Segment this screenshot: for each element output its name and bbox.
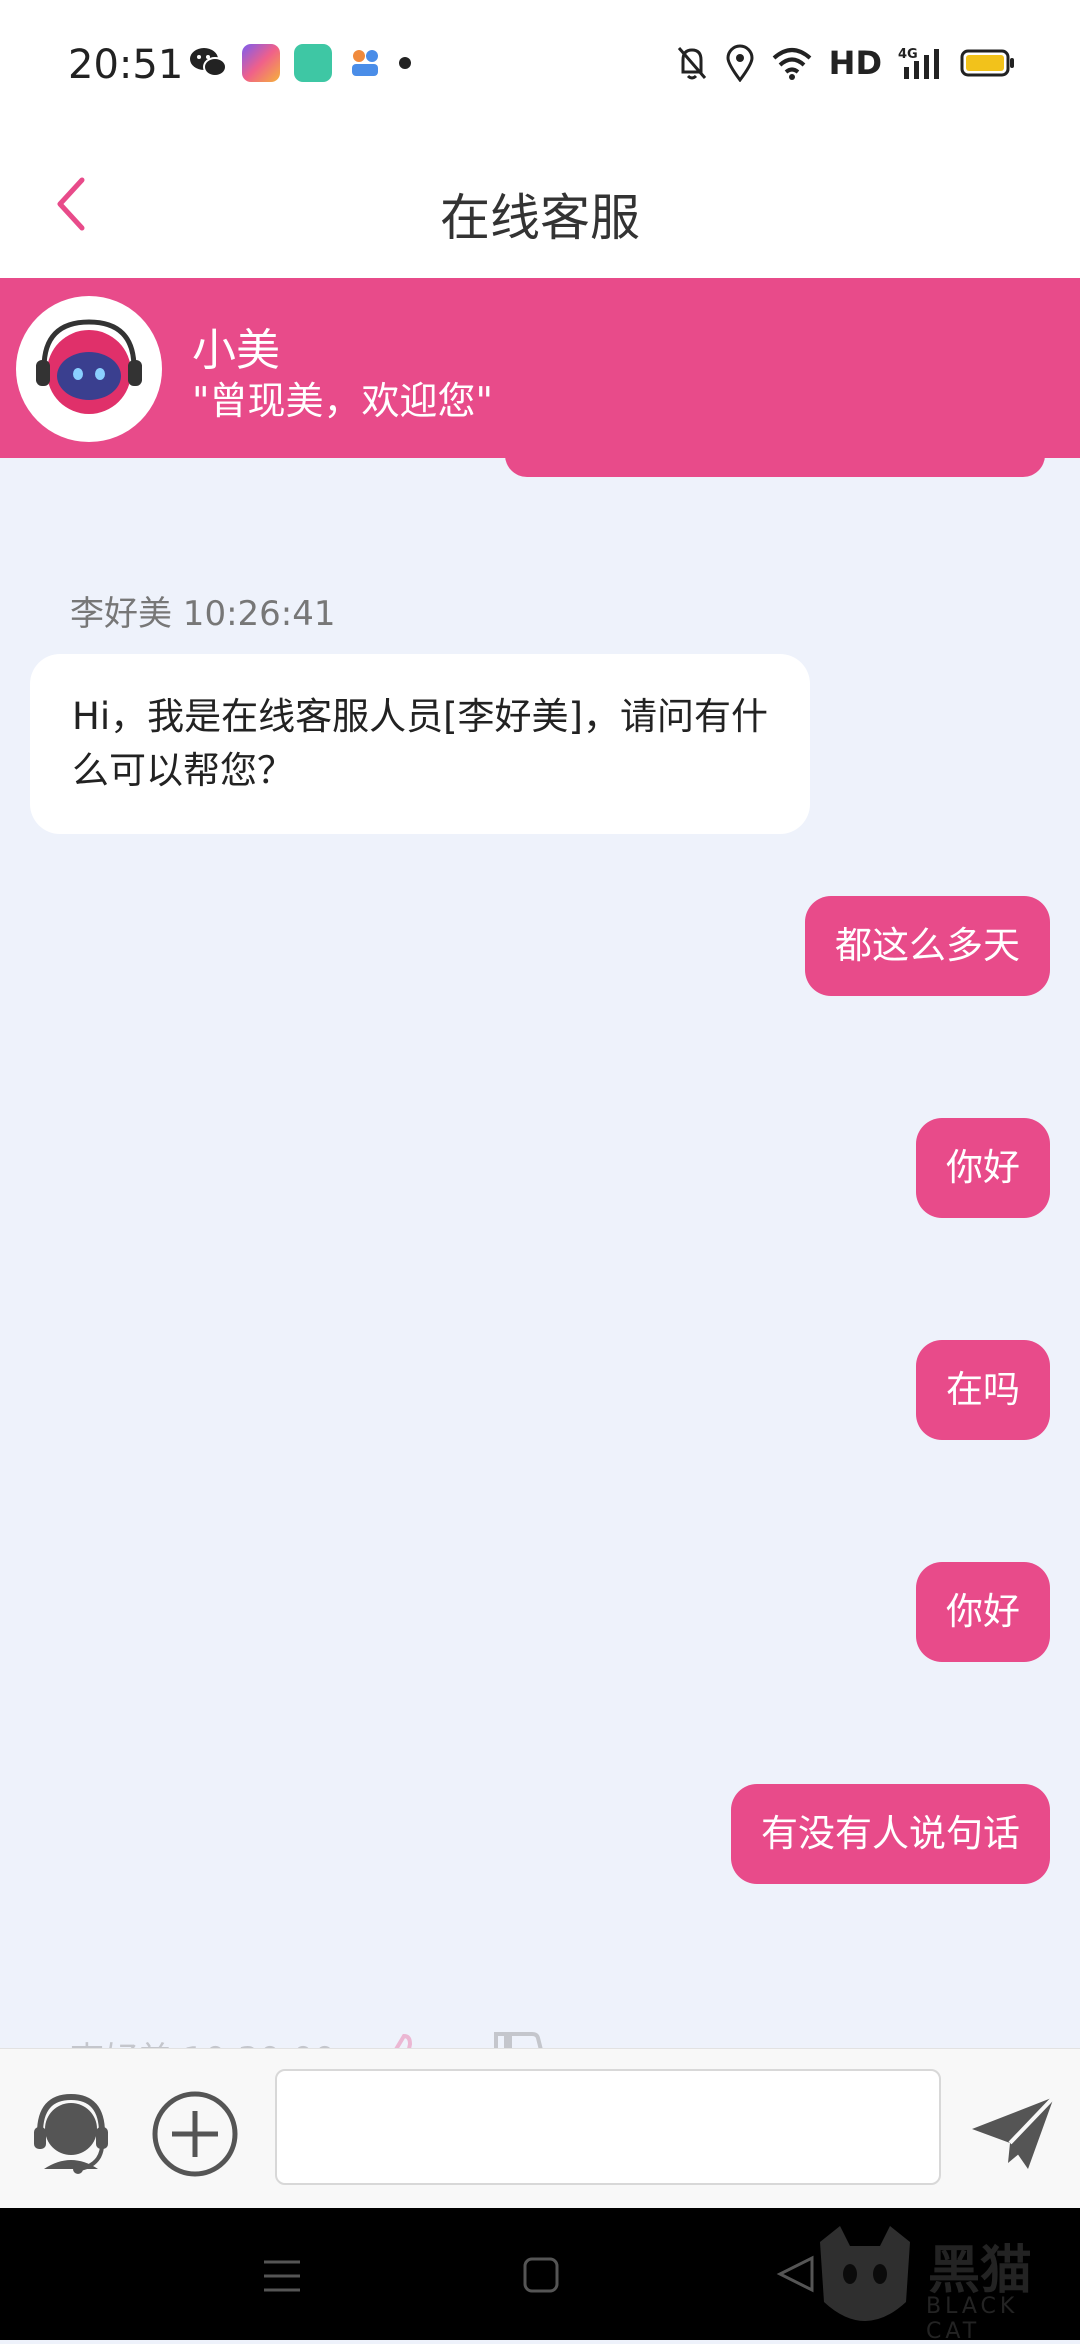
home-icon[interactable]: [522, 2256, 560, 2294]
user-message-bubble[interactable]: 都这么多天: [805, 896, 1050, 996]
user-message-bubble[interactable]: 你好: [916, 1562, 1050, 1662]
status-indicators: HD 4G: [675, 44, 1016, 82]
battery-icon: [960, 49, 1014, 77]
status-app-icons: [188, 44, 412, 82]
chat-area[interactable]: 李好美 10:26:41 Hi，我是在线客服人员[李好美]，请问有什么可以帮您？…: [0, 478, 1080, 2048]
avatar: [16, 296, 162, 442]
agent-banner: 小美 "曾现美，欢迎您": [0, 278, 1080, 458]
robot-headset-icon: [23, 303, 155, 435]
watermark: 黑猫 BLACK CAT: [810, 2222, 1070, 2344]
banner-tail: [505, 455, 1045, 477]
store-app-icon: [294, 44, 332, 82]
signal-icon: 4G: [898, 47, 939, 79]
wechat-icon: [190, 48, 227, 77]
watermark-subtext: BLACK CAT: [926, 2294, 1019, 2344]
partial-message-row: 李好美 10:30:00: [0, 2028, 1080, 2048]
add-attachment-icon[interactable]: [150, 2089, 240, 2179]
customer-service-icon[interactable]: [26, 2089, 116, 2179]
message-input[interactable]: [275, 2069, 941, 2185]
more-notifications-icon: [399, 57, 411, 69]
wifi-icon: [772, 48, 811, 80]
input-bar: [0, 2048, 1080, 2209]
pen-app-icon: [242, 44, 280, 82]
page-title: 在线客服: [440, 189, 640, 247]
watermark-text: 黑猫: [928, 2241, 1033, 2301]
user-message-bubble[interactable]: 在吗: [916, 1340, 1050, 1440]
mute-bell-icon: [677, 47, 706, 80]
message-sender-time: 李好美 10:26:41: [70, 594, 336, 634]
status-time: 20:51: [68, 42, 184, 88]
menu-icon[interactable]: [262, 2258, 302, 2294]
send-icon[interactable]: [968, 2093, 1058, 2173]
black-cat-logo-icon: [820, 2226, 910, 2321]
user-message-bubble[interactable]: 有没有人说句话: [731, 1784, 1050, 1884]
status-bar: 20:51 HD 4G: [0, 0, 1080, 130]
agent-greeting: "曾现美，欢迎您": [192, 379, 493, 423]
thumbs-down-icon[interactable]: [488, 2028, 548, 2048]
agent-name: 小美: [192, 325, 280, 376]
header-bar: 在线客服: [0, 130, 1080, 278]
message-sender-time: 李好美 10:30:00: [70, 2032, 336, 2048]
thumbs-up-icon[interactable]: [370, 2028, 430, 2048]
agent-message-bubble[interactable]: Hi，我是在线客服人员[李好美]，请问有什么可以帮您？: [30, 654, 810, 834]
kids-app-icon: [352, 50, 378, 76]
signal-type-label: 4G: [898, 47, 918, 62]
user-message-bubble[interactable]: 你好: [916, 1118, 1050, 1218]
network-type-label: HD: [828, 44, 882, 82]
location-icon: [726, 44, 754, 82]
